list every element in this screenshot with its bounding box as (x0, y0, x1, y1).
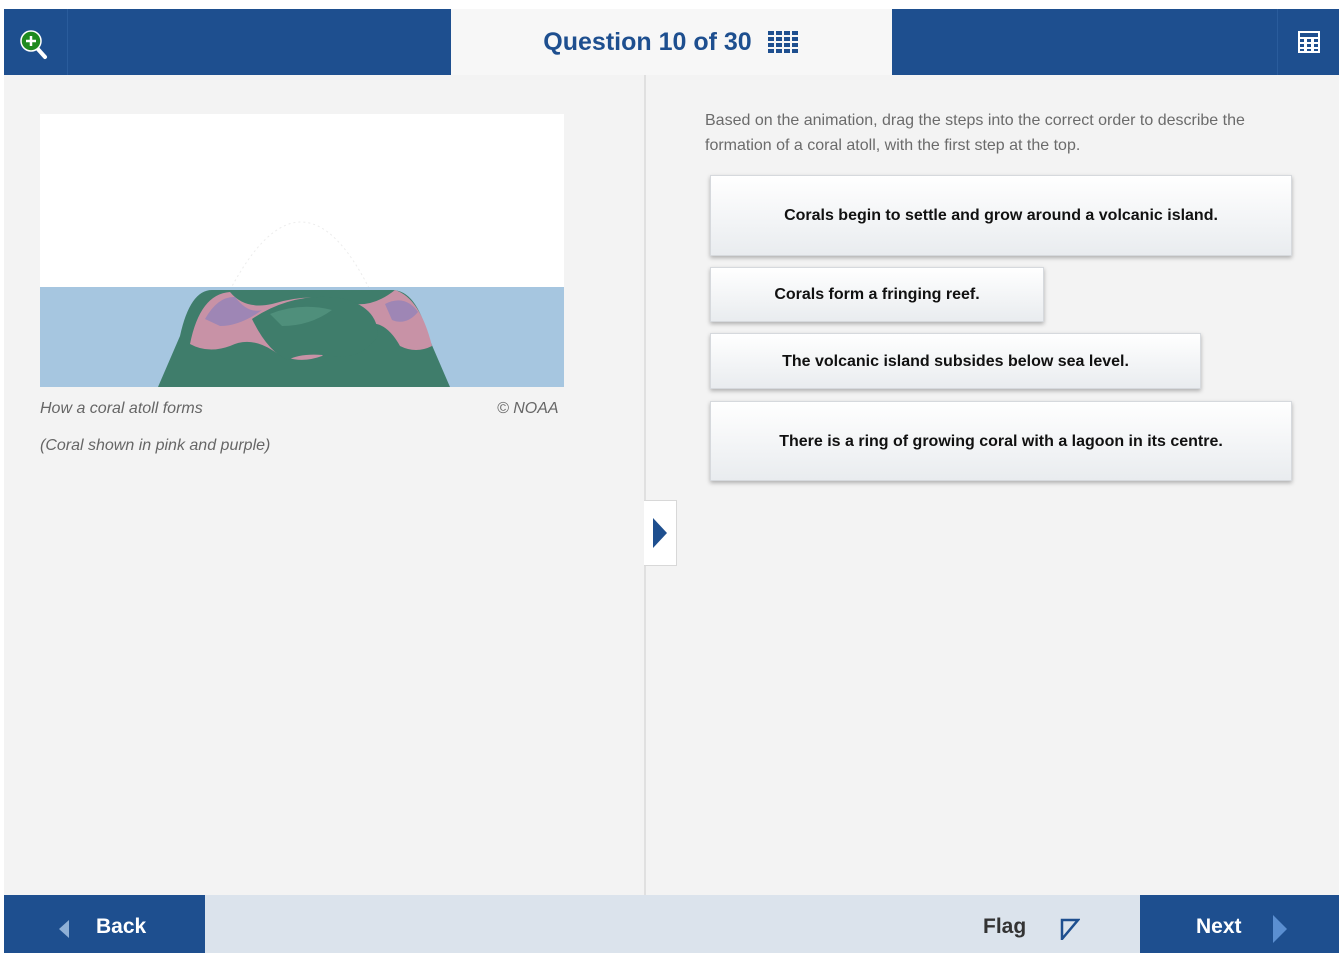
atoll-animation (40, 114, 564, 387)
question-instructions: Based on the animation, drag the steps i… (705, 112, 1245, 154)
chevron-left-icon (59, 920, 69, 938)
drag-step-card[interactable]: Corals begin to settle and grow around a… (710, 175, 1292, 256)
flag-button[interactable]: Flag (964, 895, 1100, 953)
flag-label: Flag (983, 915, 1027, 938)
back-label: Back (96, 915, 147, 938)
zoom-in-icon (20, 30, 47, 59)
question-counter: Question 10 of 30 (543, 27, 752, 56)
panel-toggle-button[interactable] (644, 500, 677, 566)
question-panel: Based on the animation, drag the steps i… (646, 75, 1339, 895)
calculator-icon (1297, 31, 1320, 53)
top-bar: Question 10 of 30 (4, 9, 1339, 75)
back-button[interactable]: Back (4, 895, 205, 953)
drag-step-card[interactable]: The volcanic island subsides below sea l… (710, 333, 1201, 389)
drag-step-card[interactable]: There is a ring of growing coral with a … (710, 401, 1292, 481)
chevron-right-icon (653, 518, 667, 548)
zoom-button[interactable] (4, 9, 68, 75)
question-title-box: Question 10 of 30 (451, 9, 892, 75)
next-button[interactable]: Next (1140, 895, 1339, 953)
chevron-right-icon (1273, 915, 1287, 943)
flag-icon (1060, 918, 1080, 940)
calculator-button[interactable] (1277, 9, 1339, 75)
figure-credit: © NOAA (497, 400, 559, 417)
bottom-bar: Back Flag Next (4, 895, 1339, 953)
next-label: Next (1196, 915, 1242, 938)
figure-caption: How a coral atoll forms (40, 400, 203, 417)
stimulus-panel: How a coral atoll forms © NOAA (Coral sh… (4, 75, 644, 895)
question-grid-icon[interactable] (767, 31, 800, 53)
figure-note: (Coral shown in pink and purple) (40, 437, 271, 454)
drag-step-card[interactable]: Corals form a fringing reef. (710, 267, 1044, 322)
